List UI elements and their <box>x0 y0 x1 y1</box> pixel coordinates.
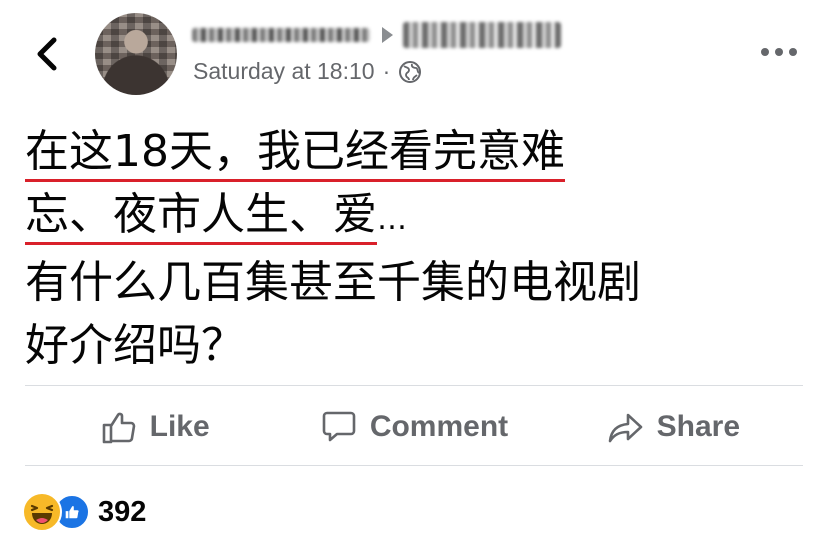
reaction-count: 392 <box>98 495 147 528</box>
thumbs-up-icon <box>102 412 135 444</box>
share-button[interactable]: Share <box>544 408 803 446</box>
divider <box>25 385 803 386</box>
group-name-redacted[interactable] <box>403 22 561 48</box>
like-button[interactable]: Like <box>25 408 284 446</box>
author-name-redacted[interactable] <box>192 28 370 42</box>
post-line: 在这18天，我已经看完意难 <box>25 120 815 183</box>
underlined-text: 在这18天，我已经看完意难 <box>25 126 565 182</box>
back-arrow-icon[interactable] <box>30 36 64 72</box>
post-line: 好介绍吗？ <box>25 320 245 371</box>
like-label: Like <box>149 410 210 443</box>
comment-label: Comment <box>369 410 509 443</box>
post-line: 有什么几百集甚至千集的电视剧 <box>25 257 641 308</box>
see-more-ellipsis[interactable]: … <box>377 202 407 237</box>
divider <box>25 465 803 466</box>
comment-button[interactable]: Comment <box>284 408 543 446</box>
comment-bubble-icon <box>322 411 356 442</box>
globe-icon <box>399 60 422 83</box>
post-body: 在这18天，我已经看完意难 忘、夜市人生、爱… 有什么几百集甚至千集的电视剧 好… <box>25 120 815 377</box>
post-timestamp[interactable]: Saturday at 18:10 <box>193 58 375 85</box>
post-author-header <box>192 20 561 50</box>
post-line: 忘、夜市人生、爱… <box>25 183 815 251</box>
share-label: Share <box>656 410 741 443</box>
haha-icon <box>22 492 62 532</box>
avatar[interactable] <box>95 13 177 95</box>
post-action-bar: Like Comment Share <box>25 389 803 465</box>
triangle-right-icon <box>382 27 393 43</box>
underlined-text: 忘、夜市人生、爱 <box>25 189 377 245</box>
share-arrow-icon <box>608 413 642 443</box>
reactions-summary[interactable]: 392 <box>22 492 146 532</box>
more-options-icon[interactable] <box>761 44 801 60</box>
meta-separator: · <box>382 58 391 84</box>
post-meta: Saturday at 18:10 · <box>193 58 422 85</box>
